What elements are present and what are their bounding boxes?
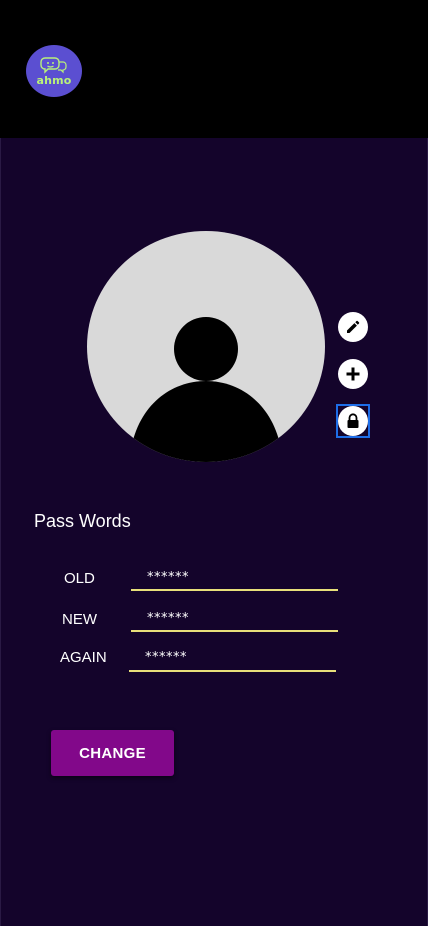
old-password-underline xyxy=(131,589,338,591)
confirm-password-input[interactable]: ****** xyxy=(145,650,187,665)
person-silhouette-icon xyxy=(131,317,281,462)
chat-bubbles-logo-icon xyxy=(40,57,67,74)
confirm-password-underline xyxy=(129,670,336,672)
app-logo[interactable]: ahmo xyxy=(26,45,82,97)
edit-profile-button[interactable] xyxy=(338,312,368,342)
new-password-underline xyxy=(131,630,338,632)
profile-avatar[interactable] xyxy=(87,231,325,462)
new-password-label: NEW xyxy=(62,611,97,628)
plus-icon xyxy=(346,367,360,381)
new-password-input[interactable]: ****** xyxy=(147,611,189,626)
pencil-icon xyxy=(347,320,360,333)
confirm-password-label: AGAIN xyxy=(60,649,107,666)
lock-button[interactable] xyxy=(338,406,368,436)
app-header: ahmo xyxy=(0,0,428,138)
password-section-title: Pass Words xyxy=(34,511,131,531)
logo-text: ahmo xyxy=(36,74,72,87)
old-password-input[interactable]: ****** xyxy=(147,570,189,585)
old-password-label: OLD xyxy=(64,570,95,587)
lock-icon xyxy=(347,413,359,428)
change-password-button[interactable]: CHANGE xyxy=(51,730,174,776)
add-photo-button[interactable] xyxy=(338,359,368,389)
